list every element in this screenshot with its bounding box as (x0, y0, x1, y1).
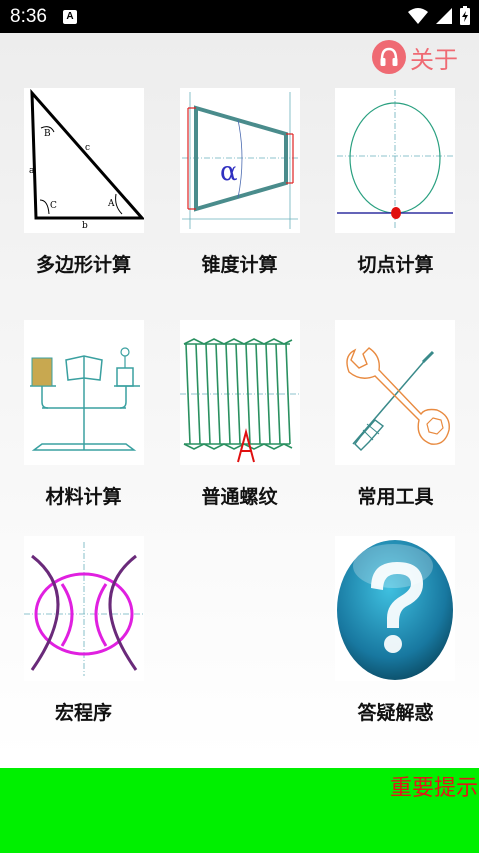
tangent-point-diagram-icon (335, 88, 455, 233)
tile-material-calc[interactable]: 材料计算 (6, 320, 161, 520)
taper-diagram-icon: α (180, 88, 300, 233)
tile-common-tools[interactable]: 常用工具 (318, 320, 473, 520)
diagram-label-B: B (44, 129, 51, 139)
tile-faq[interactable]: 答疑解惑 (318, 536, 473, 736)
about-label: 关于 (410, 45, 458, 74)
status-bar: 8:36 A (0, 0, 479, 33)
tile-label: 常用工具 (357, 486, 434, 508)
headphones-icon (372, 40, 406, 74)
tile-taper-calc[interactable]: α 锥度计算 (162, 88, 317, 288)
tile-label: 宏程序 (54, 702, 112, 724)
bottom-notice-bar[interactable]: 重要提示 (0, 768, 479, 853)
wifi-icon (408, 8, 428, 24)
wrench-screwdriver-icon (335, 320, 455, 465)
tile-label: 答疑解惑 (357, 702, 434, 724)
notice-marquee-text: 重要提示 (390, 776, 479, 801)
tile-label: 普通螺纹 (201, 486, 278, 508)
tile-polygon-calc[interactable]: B c a C A b 多边形计算 (6, 88, 161, 288)
tile-macro-program[interactable]: 宏程序 (6, 536, 161, 736)
tile-label: 切点计算 (357, 254, 434, 276)
status-icons (407, 6, 471, 26)
tile-label: 锥度计算 (201, 254, 278, 276)
diagram-label-c: c (85, 143, 90, 153)
triangle-diagram-icon: B c a C A b (24, 88, 146, 233)
diagram-label-A: A (107, 199, 115, 209)
notification-a-icon: A (62, 9, 77, 24)
signal-icon (436, 8, 452, 24)
diagram-label-alpha: α (220, 157, 238, 187)
status-time: 8:36 (10, 5, 47, 27)
tile-thread[interactable]: 普通螺纹 (162, 320, 317, 520)
tile-label: 多边形计算 (35, 254, 131, 276)
material-balance-icon (24, 320, 144, 465)
tile-tangent-point-calc[interactable]: 切点计算 (318, 88, 473, 288)
macro-program-diagram-icon (24, 536, 144, 681)
diagram-label-b: b (82, 221, 88, 231)
question-mark-icon (335, 536, 455, 681)
thread-diagram-icon (180, 320, 300, 465)
about-button[interactable]: 关于 (372, 38, 458, 76)
diagram-label-C: C (50, 201, 57, 211)
tile-label: 材料计算 (45, 486, 122, 508)
diagram-label-a: a (29, 166, 35, 176)
battery-icon (460, 6, 470, 25)
